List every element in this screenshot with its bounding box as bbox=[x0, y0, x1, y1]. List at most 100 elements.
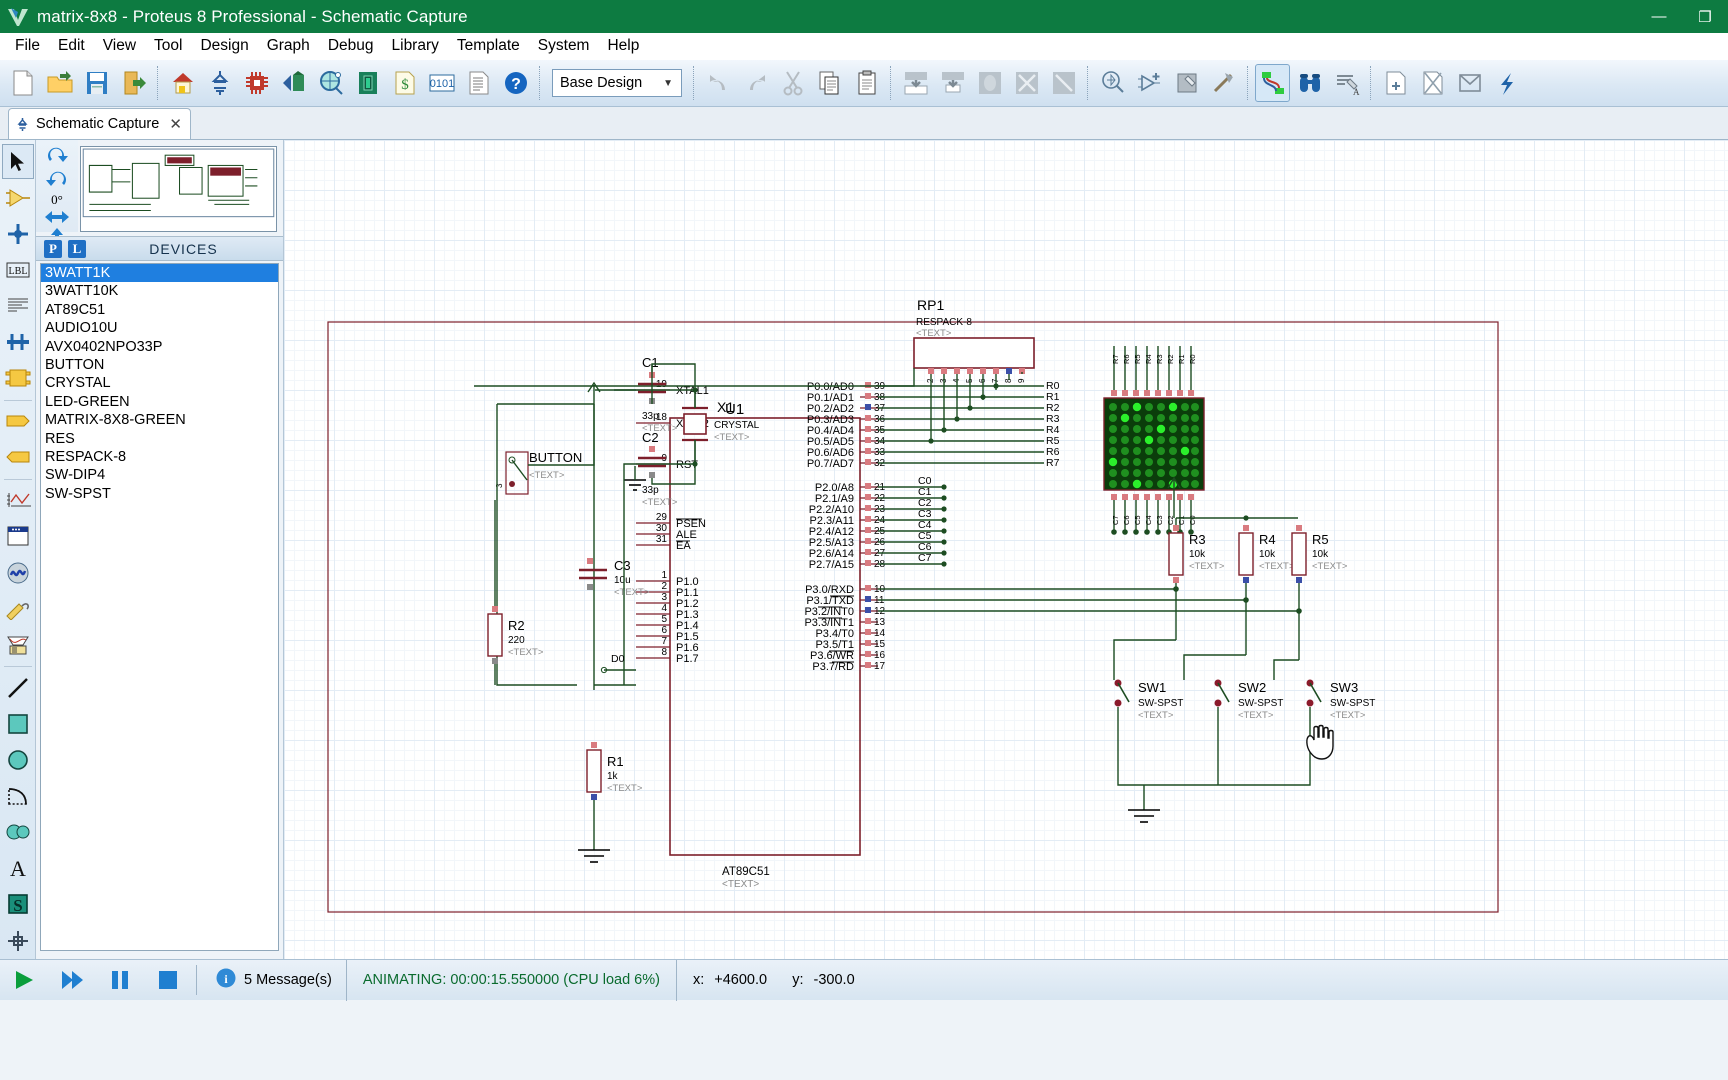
search-tag-icon[interactable] bbox=[1292, 64, 1327, 102]
pick-device-icon[interactable] bbox=[1095, 64, 1130, 102]
save-icon[interactable] bbox=[79, 64, 114, 102]
menu-help[interactable]: Help bbox=[598, 34, 648, 58]
junction-dot-tool[interactable] bbox=[2, 216, 34, 251]
rotate-counterclockwise-icon[interactable] bbox=[40, 168, 74, 192]
device-item-3watt1k[interactable]: 3WATT1K bbox=[41, 264, 278, 283]
virtual-instruments-tool[interactable] bbox=[2, 627, 34, 662]
wire-autorouter-icon[interactable] bbox=[1255, 64, 1290, 102]
block-align-icon[interactable] bbox=[1046, 64, 1081, 102]
cut-icon[interactable] bbox=[775, 64, 810, 102]
menu-graph[interactable]: Graph bbox=[258, 34, 319, 58]
device-item-sw-dip4[interactable]: SW-DIP4 bbox=[41, 466, 278, 484]
device-item-at89c51[interactable]: AT89C51 bbox=[41, 301, 278, 319]
pcb-icon[interactable] bbox=[239, 64, 274, 102]
selection-mode-tool[interactable] bbox=[1, 144, 34, 180]
exit-subsheet-icon[interactable] bbox=[1489, 64, 1524, 102]
menu-file[interactable]: File bbox=[6, 34, 49, 58]
text-script-tool[interactable] bbox=[2, 288, 34, 323]
block-copy-icon[interactable] bbox=[898, 64, 933, 102]
help-icon[interactable]: ? bbox=[498, 64, 533, 102]
voltage-probe-tool[interactable] bbox=[2, 591, 34, 626]
device-item-avx0402npo33p[interactable]: AVX0402NPO33P bbox=[41, 338, 278, 356]
device-item-res[interactable]: RES bbox=[41, 430, 278, 448]
play-icon[interactable] bbox=[0, 960, 48, 1001]
design-explorer-icon[interactable] bbox=[350, 64, 385, 102]
line-tool[interactable] bbox=[2, 670, 34, 705]
box-tool[interactable] bbox=[2, 706, 34, 741]
open-folder-icon[interactable] bbox=[42, 64, 77, 102]
copy-icon[interactable] bbox=[812, 64, 847, 102]
wire-label-tool[interactable]: LBL bbox=[2, 252, 34, 287]
undo-icon[interactable] bbox=[701, 64, 736, 102]
redo-icon[interactable] bbox=[738, 64, 773, 102]
arc-tool[interactable] bbox=[2, 779, 34, 814]
pause-icon[interactable] bbox=[96, 960, 144, 1001]
goto-sheet-icon[interactable] bbox=[1452, 64, 1487, 102]
library-badge[interactable]: L bbox=[68, 239, 86, 258]
menu-tool[interactable]: Tool bbox=[145, 34, 191, 58]
rotate-clockwise-icon[interactable] bbox=[40, 144, 74, 168]
device-item-audio10u[interactable]: AUDIO10U bbox=[41, 319, 278, 337]
graph-mode-tool[interactable] bbox=[2, 483, 34, 518]
new-file-icon[interactable] bbox=[5, 64, 40, 102]
3d-view-icon[interactable] bbox=[276, 64, 311, 102]
component-mode-tool[interactable] bbox=[2, 180, 34, 215]
device-pins-tool[interactable] bbox=[2, 440, 34, 475]
buses-tool[interactable] bbox=[2, 324, 34, 359]
step-icon[interactable] bbox=[48, 960, 96, 1001]
close-icon[interactable]: ✕ bbox=[169, 115, 182, 133]
paste-icon[interactable] bbox=[849, 64, 884, 102]
device-item-3watt10k[interactable]: 3WATT10K bbox=[41, 282, 278, 300]
device-item-respack-8[interactable]: RESPACK-8 bbox=[41, 448, 278, 466]
device-item-matrix-8x8-green[interactable]: MATRIX-8X8-GREEN bbox=[41, 411, 278, 429]
circle-tool[interactable] bbox=[2, 743, 34, 778]
device-item-button[interactable]: BUTTON bbox=[41, 356, 278, 374]
menu-library[interactable]: Library bbox=[383, 34, 448, 58]
terminals-tool[interactable] bbox=[2, 404, 34, 439]
export-icon[interactable] bbox=[116, 64, 151, 102]
pick-device-badge[interactable]: P bbox=[44, 239, 62, 258]
menu-design[interactable]: Design bbox=[191, 34, 257, 58]
new-sheet-icon[interactable] bbox=[1378, 64, 1413, 102]
menu-template[interactable]: Template bbox=[448, 34, 529, 58]
block-move-icon[interactable] bbox=[935, 64, 970, 102]
decompose-icon[interactable] bbox=[1206, 64, 1241, 102]
schematic-icon[interactable] bbox=[202, 64, 237, 102]
digital-icon[interactable]: 0101 bbox=[424, 64, 459, 102]
bill-of-materials-icon[interactable]: $ bbox=[387, 64, 422, 102]
schematic-drawing[interactable]: U1 AT89C51 <TEXT> 19189 293031 123 456 7… bbox=[284, 140, 1728, 959]
stop-icon[interactable] bbox=[144, 960, 192, 1001]
menu-view[interactable]: View bbox=[94, 34, 145, 58]
marker-tool[interactable] bbox=[2, 923, 34, 958]
remove-sheet-icon[interactable] bbox=[1415, 64, 1450, 102]
maximize-button[interactable]: ❐ bbox=[1682, 0, 1728, 33]
property-assign-icon[interactable]: A bbox=[1329, 64, 1364, 102]
messages-cell[interactable]: i 5 Message(s) bbox=[201, 960, 346, 1001]
gerber-view-icon[interactable] bbox=[313, 64, 348, 102]
packaging-tool-icon[interactable] bbox=[1169, 64, 1204, 102]
home-icon[interactable] bbox=[165, 64, 200, 102]
mirror-horizontal-icon[interactable] bbox=[40, 208, 74, 226]
block-rotate-icon[interactable] bbox=[972, 64, 1007, 102]
text-tool[interactable]: A bbox=[2, 851, 34, 886]
device-item-sw-spst[interactable]: SW-SPST bbox=[41, 485, 278, 503]
device-item-led-green[interactable]: LED-GREEN bbox=[41, 393, 278, 411]
devices-list[interactable]: 3WATT1K 3WATT10K AT89C51 AUDIO10U AVX040… bbox=[40, 263, 279, 951]
symbol-tool[interactable]: S bbox=[2, 887, 34, 922]
minimize-button[interactable]: — bbox=[1636, 0, 1682, 33]
subcircuit-tool[interactable] bbox=[2, 361, 34, 396]
schematic-preview[interactable] bbox=[80, 146, 277, 232]
device-item-crystal[interactable]: CRYSTAL bbox=[41, 374, 278, 392]
path-tool[interactable] bbox=[2, 815, 34, 850]
menu-debug[interactable]: Debug bbox=[319, 34, 383, 58]
schematic-canvas[interactable]: U1 AT89C51 <TEXT> 19189 293031 123 456 7… bbox=[284, 140, 1728, 959]
generator-mode-tool[interactable] bbox=[2, 555, 34, 590]
tape-recorder-tool[interactable] bbox=[2, 519, 34, 554]
report-icon[interactable] bbox=[461, 64, 496, 102]
tab-schematic-capture[interactable]: Schematic Capture ✕ bbox=[8, 108, 191, 139]
menu-system[interactable]: System bbox=[529, 34, 599, 58]
make-device-icon[interactable] bbox=[1132, 64, 1167, 102]
menu-edit[interactable]: Edit bbox=[49, 34, 94, 58]
block-delete-icon[interactable] bbox=[1009, 64, 1044, 102]
design-selector[interactable]: Base Design ▼ bbox=[552, 69, 682, 97]
